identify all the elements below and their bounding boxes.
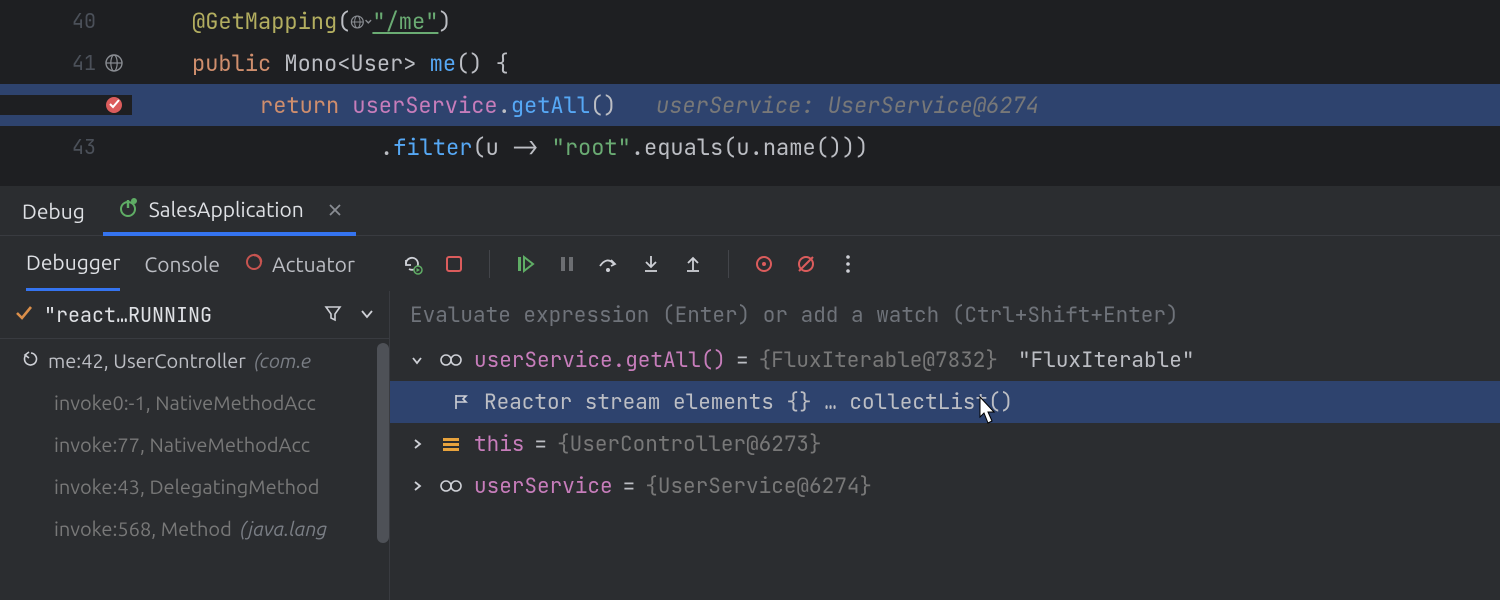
code-text: .filter(u -> "root".equals(u.name())) bbox=[132, 133, 1500, 162]
stack-icon bbox=[438, 436, 464, 452]
code-line[interactable]: 43 .filter(u -> "root".equals(u.name())) bbox=[0, 126, 1500, 168]
line-number: 43 bbox=[58, 134, 96, 160]
run-config-name: SalesApplication bbox=[149, 197, 304, 221]
code-text: public Mono<User> me() { bbox=[132, 49, 1500, 78]
gutter: 40 bbox=[0, 8, 132, 34]
frame-row[interactable]: invoke:77, NativeMethodAcc bbox=[0, 423, 389, 465]
frame-row[interactable]: invoke:43, DelegatingMethod bbox=[0, 465, 389, 507]
step-into-button[interactable] bbox=[636, 249, 666, 279]
variable-row-selected[interactable]: Reactor stream elements {} … collectList… bbox=[390, 381, 1500, 423]
run-config-tab[interactable]: SalesApplication bbox=[103, 186, 356, 236]
gutter: 43 bbox=[0, 134, 132, 160]
close-tab-icon[interactable] bbox=[328, 197, 342, 221]
toolbar-actions bbox=[397, 249, 863, 279]
tab-actuator[interactable]: Actuator bbox=[244, 236, 355, 292]
threads-header: "react…RUNNING bbox=[0, 291, 389, 339]
rerun-button[interactable] bbox=[397, 249, 427, 279]
filter-icon[interactable] bbox=[323, 303, 343, 327]
variable-row[interactable]: this = {UserController@6273} bbox=[390, 423, 1500, 465]
code-line-current[interactable]: return userService.getAll() userService:… bbox=[0, 84, 1500, 126]
variables-panel: Evaluate expression (Enter) or add a wat… bbox=[390, 291, 1500, 600]
watch-icon bbox=[438, 479, 464, 493]
chevron-right-icon[interactable] bbox=[410, 431, 428, 458]
inline-hint: userService: UserService@6274 bbox=[656, 91, 1039, 120]
code-line[interactable]: 40 @GetMapping("/me") bbox=[0, 0, 1500, 42]
frame-row[interactable]: invoke0:-1, NativeMethodAcc bbox=[0, 381, 389, 423]
evaluate-expression-input[interactable]: Evaluate expression (Enter) or add a wat… bbox=[390, 291, 1500, 339]
code-line[interactable]: 41 public Mono<User> me() { bbox=[0, 42, 1500, 84]
check-icon bbox=[14, 303, 34, 327]
frame-row[interactable]: me:42, UserController (com.e bbox=[0, 339, 389, 381]
more-actions-button[interactable] bbox=[833, 249, 863, 279]
drop-frame-icon[interactable] bbox=[22, 349, 40, 372]
pause-button[interactable] bbox=[552, 249, 582, 279]
variable-label: Reactor stream elements {} … collectList… bbox=[484, 389, 1013, 416]
chevron-down-icon[interactable] bbox=[359, 303, 375, 326]
variable-row[interactable]: userService.getAll() = {FluxIterable@783… bbox=[390, 339, 1500, 381]
variables-tree[interactable]: userService.getAll() = {FluxIterable@783… bbox=[390, 339, 1500, 600]
actuator-icon bbox=[244, 252, 264, 276]
resume-button[interactable] bbox=[510, 249, 540, 279]
flag-icon bbox=[448, 393, 474, 411]
chevron-right-icon[interactable] bbox=[410, 473, 428, 500]
code-text: @GetMapping("/me") bbox=[132, 7, 1500, 36]
gutter-blank-icon bbox=[104, 137, 124, 157]
code-editor[interactable]: 40 @GetMapping("/me") 41 public Mono<Use… bbox=[0, 0, 1500, 185]
frames-list[interactable]: me:42, UserController (com.e invoke0:-1,… bbox=[0, 339, 389, 600]
frames-panel: "react…RUNNING me:42, UserController (co… bbox=[0, 291, 390, 600]
step-over-button[interactable] bbox=[594, 249, 624, 279]
tab-debugger[interactable]: Debugger bbox=[26, 236, 120, 292]
gutter: 41 bbox=[0, 50, 132, 76]
gutter bbox=[0, 95, 132, 115]
frames-scrollbar[interactable] bbox=[377, 343, 389, 543]
step-out-button[interactable] bbox=[678, 249, 708, 279]
gutter-blank-icon bbox=[104, 11, 124, 31]
debug-tool-window-header: Debug SalesApplication bbox=[0, 185, 1500, 235]
mute-breakpoints-button[interactable] bbox=[791, 249, 821, 279]
variable-row[interactable]: userService = {UserService@6274} bbox=[390, 465, 1500, 507]
line-number: 41 bbox=[58, 50, 96, 76]
code-text: return userService.getAll() userService:… bbox=[132, 91, 1500, 120]
breakpoint-icon[interactable] bbox=[104, 95, 124, 115]
toolbar-separator bbox=[489, 250, 490, 278]
debugger-content: "react…RUNNING me:42, UserController (co… bbox=[0, 291, 1500, 600]
stop-button[interactable] bbox=[439, 249, 469, 279]
tool-window-title: Debug bbox=[22, 199, 85, 223]
tab-console[interactable]: Console bbox=[144, 236, 220, 292]
run-glyph-icon bbox=[117, 196, 139, 222]
globe-icon[interactable] bbox=[350, 14, 372, 30]
chevron-down-icon[interactable] bbox=[410, 347, 428, 374]
line-number: 40 bbox=[58, 8, 96, 34]
view-breakpoints-button[interactable] bbox=[749, 249, 779, 279]
watch-icon bbox=[438, 353, 464, 367]
url-mapping-icon[interactable] bbox=[104, 53, 124, 73]
debugger-toolbar: Debugger Console Actuator bbox=[0, 235, 1500, 291]
frame-row[interactable]: invoke:568, Method (java.lang bbox=[0, 507, 389, 549]
thread-label[interactable]: "react…RUNNING bbox=[44, 302, 313, 328]
toolbar-separator bbox=[728, 250, 729, 278]
